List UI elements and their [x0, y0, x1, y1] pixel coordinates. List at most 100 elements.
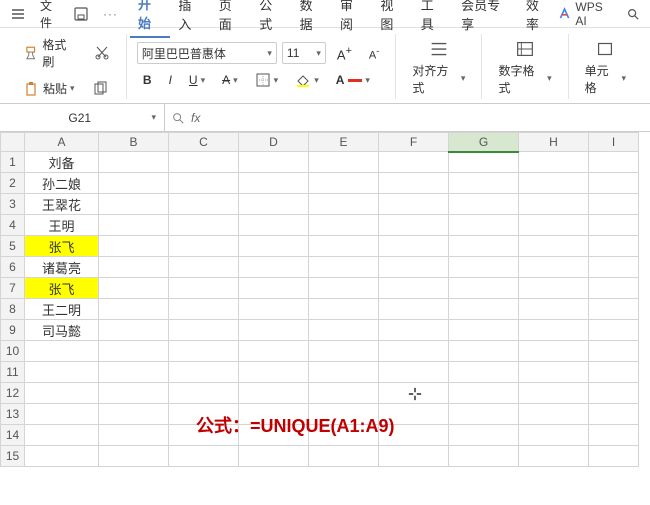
cell-A11[interactable] [25, 362, 99, 383]
search-icon[interactable] [620, 3, 646, 25]
cell-H1[interactable] [519, 152, 589, 173]
cell-B4[interactable] [99, 215, 169, 236]
cell-E7[interactable] [309, 278, 379, 299]
cell-E12[interactable] [309, 383, 379, 404]
cell-D5[interactable] [239, 236, 309, 257]
cell-D10[interactable] [239, 341, 309, 362]
col-header-C[interactable]: C [169, 133, 239, 152]
cell-G5[interactable] [449, 236, 519, 257]
col-header-G[interactable]: G [449, 133, 519, 152]
cell-C15[interactable] [169, 446, 239, 467]
cell-G11[interactable] [449, 362, 519, 383]
tab-view[interactable]: 视图 [372, 0, 412, 37]
cell-E3[interactable] [309, 194, 379, 215]
cell-F9[interactable] [379, 320, 449, 341]
cell-G4[interactable] [449, 215, 519, 236]
row-header-14[interactable]: 14 [1, 425, 25, 446]
cell-C12[interactable] [169, 383, 239, 404]
cell-B8[interactable] [99, 299, 169, 320]
cell-B1[interactable] [99, 152, 169, 173]
cell-D7[interactable] [239, 278, 309, 299]
cell-D6[interactable] [239, 257, 309, 278]
row-header-1[interactable]: 1 [1, 152, 25, 173]
name-box[interactable]: G21 ▾ [0, 104, 165, 131]
cell-B2[interactable] [99, 173, 169, 194]
cell-I8[interactable] [589, 299, 639, 320]
cell-I10[interactable] [589, 341, 639, 362]
increase-font-icon[interactable]: A+ [331, 41, 358, 66]
font-color-button[interactable]: A▾ [330, 69, 376, 91]
cell-B3[interactable] [99, 194, 169, 215]
cell-A8[interactable]: 王二明 [25, 299, 99, 320]
tab-tools[interactable]: 工具 [413, 0, 453, 37]
cell-I9[interactable] [589, 320, 639, 341]
cell-D11[interactable] [239, 362, 309, 383]
cell-H8[interactable] [519, 299, 589, 320]
file-menu[interactable]: 文件 [34, 0, 65, 35]
cell-H5[interactable] [519, 236, 589, 257]
cell-G7[interactable] [449, 278, 519, 299]
cell-G9[interactable] [449, 320, 519, 341]
cell-G6[interactable] [449, 257, 519, 278]
paste-button[interactable]: 粘贴 ▾ [18, 76, 81, 101]
row-header-11[interactable]: 11 [1, 362, 25, 383]
cell-D1[interactable] [239, 152, 309, 173]
cell-B11[interactable] [99, 362, 169, 383]
cell-F8[interactable] [379, 299, 449, 320]
cell-B9[interactable] [99, 320, 169, 341]
cell-F11[interactable] [379, 362, 449, 383]
cut-icon[interactable] [88, 41, 116, 65]
cell-C5[interactable] [169, 236, 239, 257]
cell-A13[interactable] [25, 404, 99, 425]
row-header-15[interactable]: 15 [1, 446, 25, 467]
cell-I11[interactable] [589, 362, 639, 383]
tab-start[interactable]: 开始 [130, 0, 170, 38]
cell-F5[interactable] [379, 236, 449, 257]
row-header-8[interactable]: 8 [1, 299, 25, 320]
spreadsheet-grid[interactable]: ABCDEFGHI1刘备2孙二娘3王翠花4王明5张飞6诸葛亮7张飞8王二明9司马… [0, 132, 650, 505]
col-header-B[interactable]: B [99, 133, 169, 152]
cell-D12[interactable] [239, 383, 309, 404]
col-header-E[interactable]: E [309, 133, 379, 152]
cell-H13[interactable] [519, 404, 589, 425]
strikethrough-button[interactable]: A▾ [216, 69, 244, 91]
cell-H3[interactable] [519, 194, 589, 215]
cell-D2[interactable] [239, 173, 309, 194]
cell-G13[interactable] [449, 404, 519, 425]
cell-D15[interactable] [239, 446, 309, 467]
cell-H9[interactable] [519, 320, 589, 341]
cell-E10[interactable] [309, 341, 379, 362]
cell-B12[interactable] [99, 383, 169, 404]
cell-C8[interactable] [169, 299, 239, 320]
cell-A7[interactable]: 张飞 [25, 278, 99, 299]
cell-B14[interactable] [99, 425, 169, 446]
cell-A9[interactable]: 司马懿 [25, 320, 99, 341]
cell-G2[interactable] [449, 173, 519, 194]
italic-button[interactable]: I [163, 69, 178, 91]
cell-H11[interactable] [519, 362, 589, 383]
cell-I5[interactable] [589, 236, 639, 257]
cell-E8[interactable] [309, 299, 379, 320]
col-header-H[interactable]: H [519, 133, 589, 152]
cell-E15[interactable] [309, 446, 379, 467]
cell-G1[interactable] [449, 152, 519, 173]
formula-input[interactable] [206, 108, 644, 128]
cell-E11[interactable] [309, 362, 379, 383]
cell-I7[interactable] [589, 278, 639, 299]
cell-F15[interactable] [379, 446, 449, 467]
cell-I4[interactable] [589, 215, 639, 236]
fill-color-button[interactable]: ▾ [289, 68, 325, 92]
number-format-button[interactable]: 数字格式▾ [492, 34, 557, 100]
cell-C11[interactable] [169, 362, 239, 383]
cell-G14[interactable] [449, 425, 519, 446]
cell-A15[interactable] [25, 446, 99, 467]
cell-H6[interactable] [519, 257, 589, 278]
more-icon[interactable]: ··· [97, 3, 124, 25]
cell-I6[interactable] [589, 257, 639, 278]
cell-A4[interactable]: 王明 [25, 215, 99, 236]
cell-I3[interactable] [589, 194, 639, 215]
cell-D4[interactable] [239, 215, 309, 236]
cell-D9[interactable] [239, 320, 309, 341]
cell-F4[interactable] [379, 215, 449, 236]
cell-E4[interactable] [309, 215, 379, 236]
